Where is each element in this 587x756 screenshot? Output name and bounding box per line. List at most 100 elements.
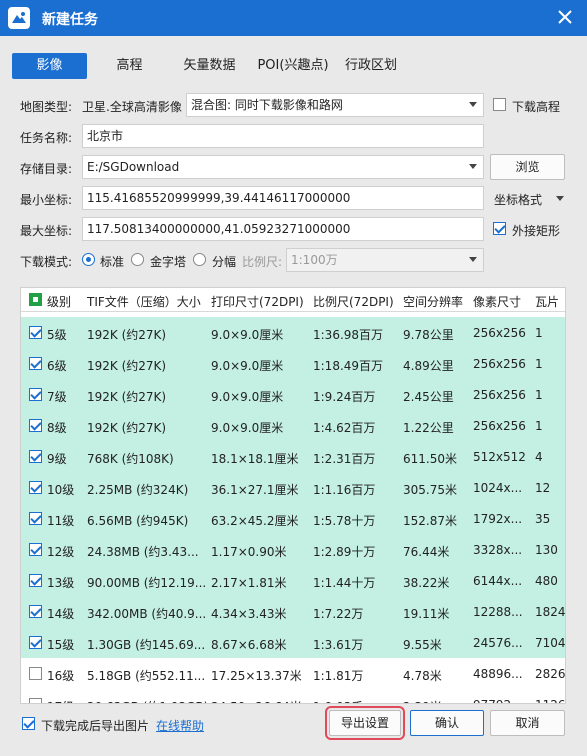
table-row[interactable]: 13级 90.00MB (约12.19... 2.17×1.81米 1:1.44十万 3… <box>21 565 565 596</box>
cell-resolution: 1.22公里 <box>403 421 454 435</box>
mode-split-radio[interactable] <box>193 253 206 266</box>
cell-level: 11级 <box>47 514 75 528</box>
online-help-link[interactable]: 在线帮助 <box>156 717 204 734</box>
confirm-button[interactable]: 确认 <box>410 710 484 736</box>
window-title: 新建任务 <box>42 12 98 28</box>
chevron-down-icon[interactable] <box>556 196 564 201</box>
tab-poi[interactable]: POI(兴趣点) <box>252 53 334 79</box>
mode-pyramid-radio[interactable] <box>131 253 144 266</box>
table-row[interactable]: 16级 5.18GB (约552.11... 17.25×13.37米 1:1.81万… <box>21 658 565 689</box>
cancel-button[interactable]: 取消 <box>490 710 565 736</box>
table-row[interactable]: 5级 192K (约27K) 9.0×9.0厘米 1:36.98百万 9.78公里 256… <box>21 317 565 348</box>
cell-pixels: 48896... <box>473 667 523 681</box>
bbox-checkbox[interactable] <box>493 222 506 235</box>
map-type-label: 地图类型: <box>20 100 73 114</box>
mode-standard-radio[interactable] <box>82 253 95 266</box>
cell-print-size: 8.67×6.68米 <box>211 638 287 652</box>
tab-imagery[interactable]: 影像 <box>12 53 87 79</box>
app-logo-icon <box>8 7 30 29</box>
table-row[interactable]: 10级 2.25MB (约324K) 36.1×27.1厘米 1:1.16百万 305.… <box>21 472 565 503</box>
mode-pyramid-label: 金字塔 <box>150 255 187 269</box>
cell-tif-size: 342.00MB (约40.9... <box>87 607 207 621</box>
cell-level: 16级 <box>47 669 75 683</box>
storage-dir-select[interactable]: E:/SGDownload <box>82 155 484 179</box>
cell-tiles: 4 <box>535 450 543 464</box>
row-checkbox[interactable] <box>29 543 42 556</box>
row-checkbox[interactable] <box>29 450 42 463</box>
cell-resolution: 9.78公里 <box>403 328 454 342</box>
header-scale: 比例尺(72DPI) <box>313 295 394 309</box>
browse-button[interactable]: 浏览 <box>490 154 565 180</box>
row-checkbox[interactable] <box>29 574 42 587</box>
cell-level: 7级 <box>47 390 67 404</box>
cell-level: 12级 <box>47 545 75 559</box>
row-checkbox[interactable] <box>29 698 42 703</box>
cell-tif-size: 1.30GB (约145.69... <box>87 638 206 652</box>
cell-resolution: 76.44米 <box>403 545 450 559</box>
cell-scale: 1:1.16百万 <box>313 483 376 497</box>
cell-print-size: 1.17×0.90米 <box>211 545 287 559</box>
row-checkbox[interactable] <box>29 419 42 432</box>
table-row[interactable]: 11级 6.56MB (约945K) 63.2×45.2厘米 1:5.78十万 152.… <box>21 503 565 534</box>
table-row[interactable]: 7级 192K (约27K) 9.0×9.0厘米 1:9.24百万 2.45公里 256x… <box>21 379 565 410</box>
cell-print-size: 9.0×9.0厘米 <box>211 328 284 342</box>
export-settings-button[interactable]: 导出设置 <box>325 706 405 740</box>
row-checkbox[interactable] <box>29 667 42 680</box>
row-checkbox[interactable] <box>29 636 42 649</box>
tab-elevation[interactable]: 高程 <box>92 53 167 79</box>
level-table: 级别 TIF文件（压缩）大小 打印尺寸(72DPI) 比例尺(72DPI) 空间… <box>20 287 566 704</box>
task-name-input[interactable]: 北京市 <box>82 124 484 148</box>
cell-tiles: 1824 <box>535 605 566 619</box>
cell-print-size: 18.1×18.1厘米 <box>211 452 299 466</box>
row-checkbox[interactable] <box>29 326 42 339</box>
min-coord-label: 最小坐标: <box>20 193 73 207</box>
select-all-checkbox[interactable] <box>29 293 42 306</box>
cell-level: 5级 <box>47 328 67 342</box>
table-row[interactable]: 9级 768K (约108K) 18.1×18.1厘米 1:2.31百万 611.50米… <box>21 441 565 472</box>
row-checkbox[interactable] <box>29 388 42 401</box>
row-checkbox[interactable] <box>29 357 42 370</box>
tab-vector[interactable]: 矢量数据 <box>172 53 247 79</box>
map-type-value: 卫星.全球高清影像 <box>82 100 182 114</box>
cell-pixels: 3328x... <box>473 543 523 557</box>
cell-resolution: 4.78米 <box>403 669 442 683</box>
cell-tif-size: 768K (约108K) <box>87 452 174 466</box>
cell-scale: 1:7.22万 <box>313 607 364 621</box>
tab-admin-division[interactable]: 行政区划 <box>338 53 404 79</box>
cell-print-size: 4.34×3.43米 <box>211 607 287 621</box>
table-row[interactable]: 8级 192K (约27K) 9.0×9.0厘米 1:4.62百万 1.22公里 256x… <box>21 410 565 441</box>
cell-tif-size: 192K (约27K) <box>87 390 167 404</box>
coord-format-dropdown[interactable]: 坐标格式 <box>494 191 542 208</box>
cell-tif-size: 192K (约27K) <box>87 421 167 435</box>
cell-resolution: 38.22米 <box>403 576 450 590</box>
download-elevation-checkbox[interactable] <box>493 98 506 111</box>
map-mode-select[interactable]: 混合图: 同时下载影像和路网 <box>186 93 484 117</box>
row-checkbox[interactable] <box>29 481 42 494</box>
row-checkbox[interactable] <box>29 605 42 618</box>
table-row[interactable]: 17级 20.63GB (约1.93GB)34.50×26.64米 1:9.03千 2… <box>21 689 565 703</box>
scale-select[interactable]: 1:100万 <box>286 248 484 272</box>
header-tiles: 瓦片 <box>535 295 560 309</box>
cell-tif-size: 2.25MB (约324K) <box>87 483 189 497</box>
task-name-label: 任务名称: <box>20 131 73 145</box>
min-coord-input[interactable]: 115.41685520999999,39.44146117000000 <box>82 186 484 210</box>
bbox-label: 外接矩形 <box>512 224 561 238</box>
cell-resolution: 4.89公里 <box>403 359 454 373</box>
close-icon[interactable] <box>555 7 575 27</box>
max-coord-input[interactable]: 117.50813400000000,41.05923271000000 <box>82 217 484 241</box>
table-header: 级别 TIF文件（压缩）大小 打印尺寸(72DPI) 比例尺(72DPI) 空间… <box>21 288 565 312</box>
table-row[interactable]: 12级 24.38MB (约3.43... 1.17×0.90米 1:2.89十万 76… <box>21 534 565 565</box>
cell-tiles: 7104 <box>535 636 566 650</box>
cell-pixels: 1792x... <box>473 512 523 526</box>
table-row[interactable]: 15级 1.30GB (约145.69... 8.67×6.68米 1:3.61万 9.… <box>21 627 566 658</box>
cell-level: 17级 <box>47 698 74 703</box>
table-row[interactable]: 14级 342.00MB (约40.9... 4.34×3.43米 1:7.22万 19… <box>21 596 566 627</box>
table-row[interactable]: 6级 192K (约27K) 9.0×9.0厘米 1:18.49百万 4.89公里 256… <box>21 348 565 379</box>
cell-pixels: 512x512 <box>473 450 526 464</box>
max-coord-label: 最大坐标: <box>20 224 73 238</box>
export-after-download-checkbox[interactable] <box>22 717 35 730</box>
row-checkbox[interactable] <box>29 512 42 525</box>
cell-tiles: 12 <box>535 481 551 495</box>
cell-pixels: 97792... <box>473 698 523 703</box>
storage-dir-value: E:/SGDownload <box>87 160 180 174</box>
